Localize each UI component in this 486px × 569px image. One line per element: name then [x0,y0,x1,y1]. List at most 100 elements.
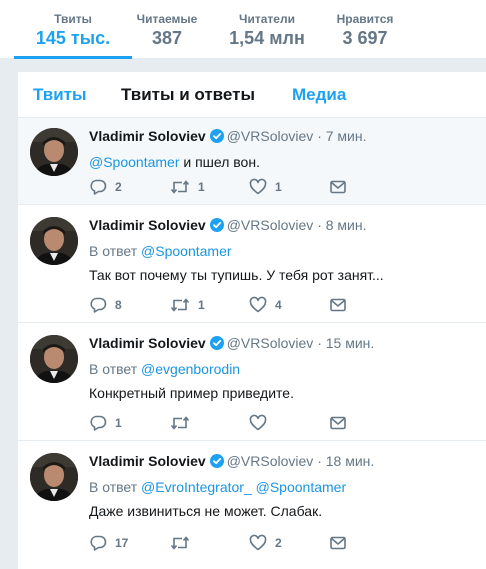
retweet-button[interactable]: 1 [170,177,205,197]
author-name[interactable]: Vladimir Soloviev [89,335,206,351]
author-name[interactable]: Vladimir Soloviev [89,453,206,469]
separator-dot: · [317,453,322,469]
stat-tweets[interactable]: Твиты 145 тыс. [14,12,132,59]
author-handle[interactable]: @VRSoloviev [227,128,314,144]
tweet-content: Vladimir Soloviev @VRSoloviev · 8 мин. В … [89,216,476,284]
author-name[interactable]: Vladimir Soloviev [89,128,206,144]
retweet-icon [170,414,190,432]
author-handle[interactable]: @VRSoloviev [227,217,314,233]
reply-context: В ответ @Spoontamer [89,242,476,260]
tab-tweets[interactable]: Твиты [33,85,86,105]
tweet-text: @Spoontamer и пшел вон. [89,153,476,171]
tweet-actions: 1 [89,413,389,433]
avatar[interactable] [30,335,78,383]
retweet-button[interactable]: 1 [170,295,205,315]
retweet-button[interactable] [170,413,198,433]
stat-followers-label: Читатели [239,12,295,26]
retweet-count: 1 [198,180,205,194]
tweet-content: Vladimir Soloviev @VRSoloviev · 15 мин. В… [89,334,476,402]
verified-badge-icon [209,454,224,472]
like-count: 2 [275,536,282,550]
reply-context: В ответ @evgenborodin [89,360,476,378]
like-count: 1 [275,180,282,194]
reply-button[interactable]: 1 [89,413,122,433]
tweet-actions: 8 1 4 [89,295,389,315]
tweet-header: Vladimir Soloviev @VRSoloviev · 7 мин. [89,127,476,147]
stat-likes-value: 3 697 [342,28,388,48]
tweet-actions: 2 1 1 [89,177,389,197]
tab-tweets-and-replies[interactable]: Твиты и ответы [121,85,255,105]
tweet-content: Vladimir Soloviev @VRSoloviev · 18 мин. В… [89,452,476,520]
verified-badge-icon [209,218,224,236]
stat-likes[interactable]: Нравится 3 697 [330,12,400,50]
verified-badge-icon [209,336,224,354]
tweet[interactable]: Vladimir Soloviev @VRSoloviev · 15 мин. В… [18,323,486,441]
author-handle[interactable]: @VRSoloviev [227,453,314,469]
reply-icon [89,414,107,432]
author-handle[interactable]: @VRSoloviev [227,335,314,351]
author-name[interactable]: Vladimir Soloviev [89,217,206,233]
separator-dot: · [317,217,322,233]
stat-followers-value: 1,54 млн [229,28,305,48]
avatar[interactable] [30,128,78,176]
tweet-header: Vladimir Soloviev @VRSoloviev · 8 мин. [89,216,476,236]
tweet[interactable]: Vladimir Soloviev @VRSoloviev · 7 мин. @S… [18,118,486,205]
mention-link[interactable]: @Spoontamer [89,154,179,170]
reply-prefix: В ответ [89,243,138,259]
retweet-button[interactable] [170,533,198,553]
reply-count: 1 [115,416,122,430]
stat-following-label: Читаемые [136,12,198,26]
tweet-actions: 17 2 [89,533,389,553]
reply-button[interactable]: 8 [89,295,122,315]
tweet-text: Конкретный пример приведите. [89,385,294,401]
tweet-timestamp[interactable]: 18 мин. [326,453,375,469]
tweet-header: Vladimir Soloviev @VRSoloviev · 15 мин. [89,334,476,354]
heart-icon [249,534,267,552]
heart-icon [249,178,267,196]
heart-icon [249,414,267,432]
reply-icon [89,296,107,314]
direct-message-button[interactable] [329,177,347,197]
retweet-count: 1 [198,298,205,312]
active-stat-underline [14,56,132,59]
like-button[interactable] [249,413,275,433]
direct-message-button[interactable] [329,295,347,315]
reply-count: 2 [115,180,122,194]
reply-button[interactable]: 2 [89,177,122,197]
heart-icon [249,296,267,314]
tweet[interactable]: Vladimir Soloviev @VRSoloviev · 18 мин. В… [18,441,486,569]
separator-dot: · [317,335,322,351]
reply-prefix: В ответ [89,361,138,377]
reply-context: В ответ @EvroIntegrator_ @Spoontamer [89,478,476,496]
mention-link[interactable]: @Spoontamer [141,243,231,259]
avatar[interactable] [30,217,78,265]
tweet-timestamp[interactable]: 8 мин. [326,217,367,233]
direct-message-button[interactable] [329,533,347,553]
envelope-icon [329,178,347,196]
stat-followers[interactable]: Читатели 1,54 млн [222,12,312,50]
tweet-timestamp[interactable]: 15 мин. [326,335,375,351]
reply-icon [89,178,107,196]
mention-link[interactable]: @EvroIntegrator_ @Spoontamer [141,479,346,495]
timeline: Твиты Твиты и ответы Медиа Vladimir Solo… [18,72,486,569]
retweet-icon [170,296,190,314]
tab-media[interactable]: Медиа [292,85,346,105]
reply-button[interactable]: 17 [89,533,128,553]
direct-message-button[interactable] [329,413,347,433]
like-count: 4 [275,298,282,312]
envelope-icon [329,534,347,552]
envelope-icon [329,296,347,314]
tweet[interactable]: Vladimir Soloviev @VRSoloviev · 8 мин. В … [18,205,486,323]
reply-prefix: В ответ [89,479,138,495]
stat-likes-label: Нравится [336,12,394,26]
avatar[interactable] [30,453,78,501]
tweet-text-body: и пшел вон. [179,154,260,170]
like-button[interactable]: 1 [249,177,282,197]
stat-following[interactable]: Читаемые 387 [128,12,206,50]
tweet-text: Так вот почему ты тупишь. У тебя рот зан… [89,267,384,283]
like-button[interactable]: 4 [249,295,282,315]
tweet-timestamp[interactable]: 7 мин. [326,128,367,144]
tweet-text: Даже извиниться не может. Слабак. [89,503,323,519]
like-button[interactable]: 2 [249,533,282,553]
mention-link[interactable]: @evgenborodin [141,361,240,377]
